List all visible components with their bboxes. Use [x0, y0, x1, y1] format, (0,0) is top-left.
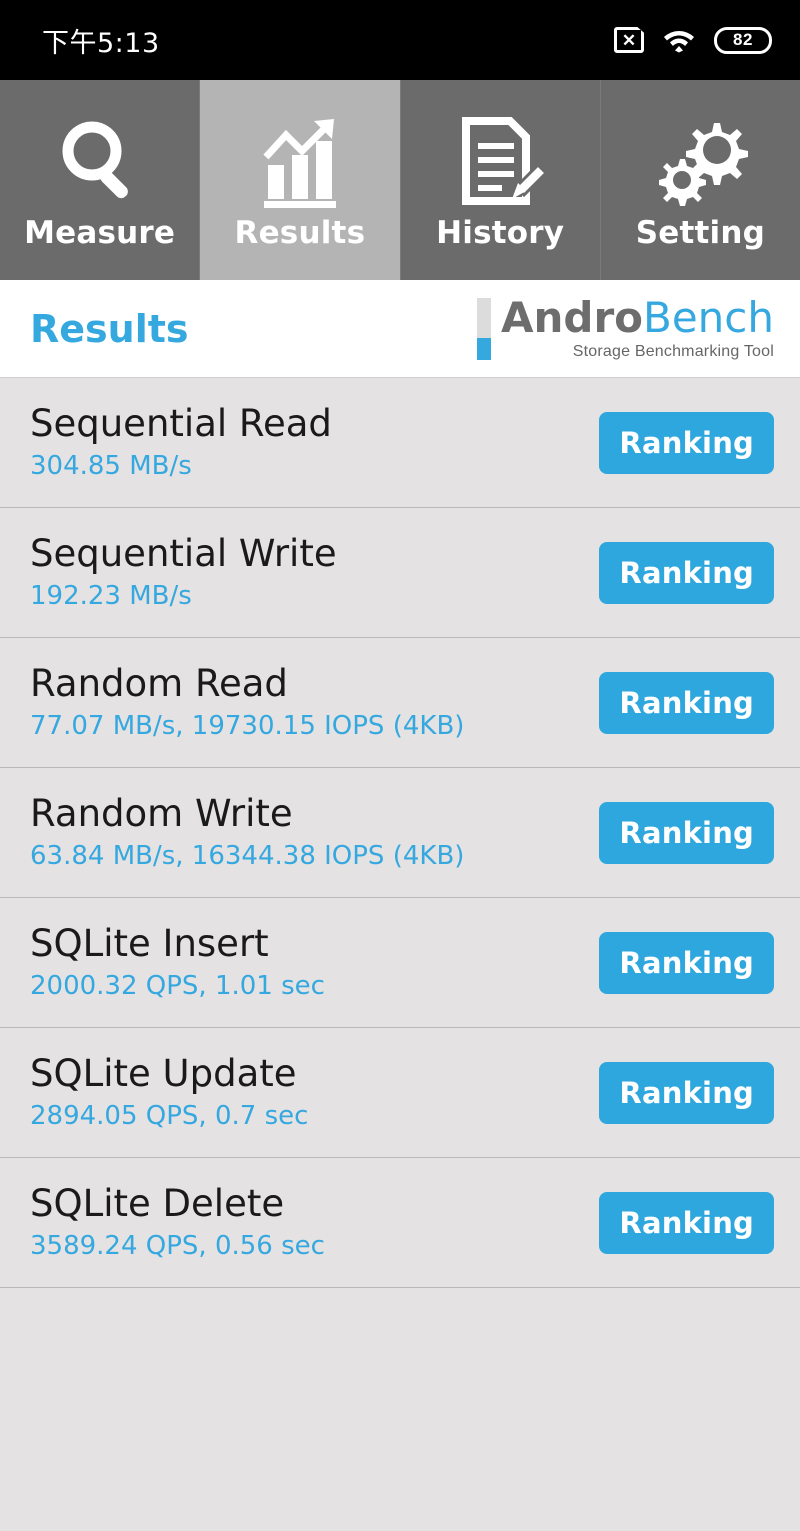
- result-name: SQLite Delete: [30, 1181, 285, 1225]
- result-value: 192.23 MB/s: [30, 580, 192, 611]
- result-name: Sequential Read: [30, 401, 332, 445]
- table-row[interactable]: Random Read 77.07 MB/s, 19730.15 IOPS (4…: [0, 638, 800, 768]
- logo-subtitle: Storage Benchmarking Tool: [572, 342, 774, 360]
- ranking-button[interactable]: Ranking: [599, 671, 774, 734]
- no-sim-glyph: ✕: [621, 30, 637, 50]
- ranking-button[interactable]: Ranking: [599, 1061, 774, 1124]
- tab-measure[interactable]: Measure: [0, 80, 201, 280]
- result-value: 2000.32 QPS, 1.01 sec: [30, 970, 325, 1001]
- table-row[interactable]: SQLite Delete 3589.24 QPS, 0.56 sec Rank…: [0, 1158, 800, 1288]
- ranking-button[interactable]: Ranking: [599, 411, 774, 474]
- tab-setting[interactable]: Setting: [600, 80, 800, 280]
- logo-bar-icon: [476, 297, 491, 360]
- tab-bar: Measure Results History Setting: [0, 80, 800, 280]
- tab-history[interactable]: History: [400, 80, 601, 280]
- bar-chart-icon: [252, 109, 348, 209]
- result-name: Random Read: [30, 661, 288, 705]
- tab-setting-label: Setting: [635, 215, 766, 251]
- logo-andro: Andro: [500, 292, 644, 342]
- magnifier-icon: [52, 109, 148, 209]
- ranking-button[interactable]: Ranking: [599, 1191, 774, 1254]
- result-value: 3589.24 QPS, 0.56 sec: [30, 1230, 325, 1261]
- document-pen-icon: [452, 109, 549, 209]
- logo-wordmark: AndroBench: [501, 296, 774, 339]
- result-name: Random Write: [30, 791, 293, 835]
- page-title: Results: [30, 306, 189, 351]
- gears-icon: [652, 109, 749, 209]
- results-list: Sequential Read 304.85 MB/s Ranking Sequ…: [0, 378, 800, 1288]
- result-value: 77.07 MB/s, 19730.15 IOPS (4KB): [30, 710, 465, 741]
- status-icons: ✕ 82: [614, 26, 772, 54]
- table-row[interactable]: SQLite Update 2894.05 QPS, 0.7 sec Ranki…: [0, 1028, 800, 1158]
- logo-bench: Bench: [643, 292, 774, 342]
- ranking-button[interactable]: Ranking: [599, 541, 774, 604]
- result-name: Sequential Write: [30, 531, 337, 575]
- result-name: SQLite Update: [30, 1051, 297, 1095]
- ranking-button[interactable]: Ranking: [599, 801, 774, 864]
- no-sim-icon: ✕: [614, 27, 644, 53]
- status-bar: 下午5:13 ✕ 82: [0, 0, 800, 80]
- table-row[interactable]: Sequential Write 192.23 MB/s Ranking: [0, 508, 800, 638]
- tab-measure-label: Measure: [24, 215, 176, 251]
- battery-icon: 82: [714, 26, 772, 54]
- table-row[interactable]: Sequential Read 304.85 MB/s Ranking: [0, 378, 800, 508]
- status-clock: 下午5:13: [42, 27, 160, 59]
- result-value: 2894.05 QPS, 0.7 sec: [30, 1100, 309, 1131]
- battery-level: 82: [733, 30, 753, 49]
- wifi-icon: [662, 27, 696, 53]
- result-value: 63.84 MB/s, 16344.38 IOPS (4KB): [30, 840, 465, 871]
- result-name: SQLite Insert: [30, 921, 269, 965]
- page-header: Results AndroBench Storage Benchmarking …: [0, 280, 800, 378]
- ranking-button[interactable]: Ranking: [599, 931, 774, 994]
- table-row[interactable]: Random Write 63.84 MB/s, 16344.38 IOPS (…: [0, 768, 800, 898]
- androbench-logo: AndroBench Storage Benchmarking Tool: [476, 296, 774, 361]
- table-row[interactable]: SQLite Insert 2000.32 QPS, 1.01 sec Rank…: [0, 898, 800, 1028]
- result-value: 304.85 MB/s: [30, 450, 192, 481]
- tab-results-label: Results: [234, 215, 366, 251]
- tab-results[interactable]: Results: [200, 80, 401, 280]
- tab-history-label: History: [436, 215, 565, 251]
